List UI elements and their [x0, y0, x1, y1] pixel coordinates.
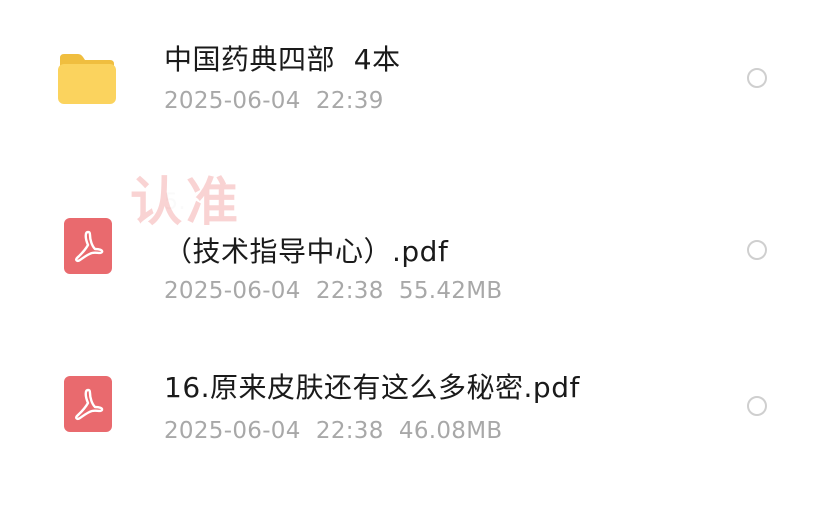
file-list: 中国药典四部 4本 2025-06-04 22:39 5. （技术指导中心）.p…: [0, 0, 828, 513]
pdf-icon: [64, 376, 112, 432]
select-radio[interactable]: [747, 68, 767, 88]
folder-icon: [58, 54, 116, 104]
select-radio[interactable]: [747, 396, 767, 416]
file-meta: 2025-06-04 22:38 55.42MB: [164, 278, 503, 304]
file-name: 中国药典四部 4本: [164, 43, 401, 76]
file-meta: 2025-06-04 22:38 46.08MB: [164, 418, 503, 444]
list-item[interactable]: 中国药典四部 4本 2025-06-04 22:39: [0, 0, 828, 150]
file-name: 16.原来皮肤还有这么多秘密.pdf: [164, 371, 580, 404]
file-meta: 2025-06-04 22:39: [164, 88, 384, 114]
pdf-icon: [64, 218, 112, 274]
file-name: （技术指导中心）.pdf: [164, 235, 449, 268]
watermark-text: 认准: [130, 173, 243, 233]
list-item[interactable]: 16.原来皮肤还有这么多秘密.pdf 2025-06-04 22:38 46.0…: [0, 340, 828, 513]
select-radio[interactable]: [747, 240, 767, 260]
